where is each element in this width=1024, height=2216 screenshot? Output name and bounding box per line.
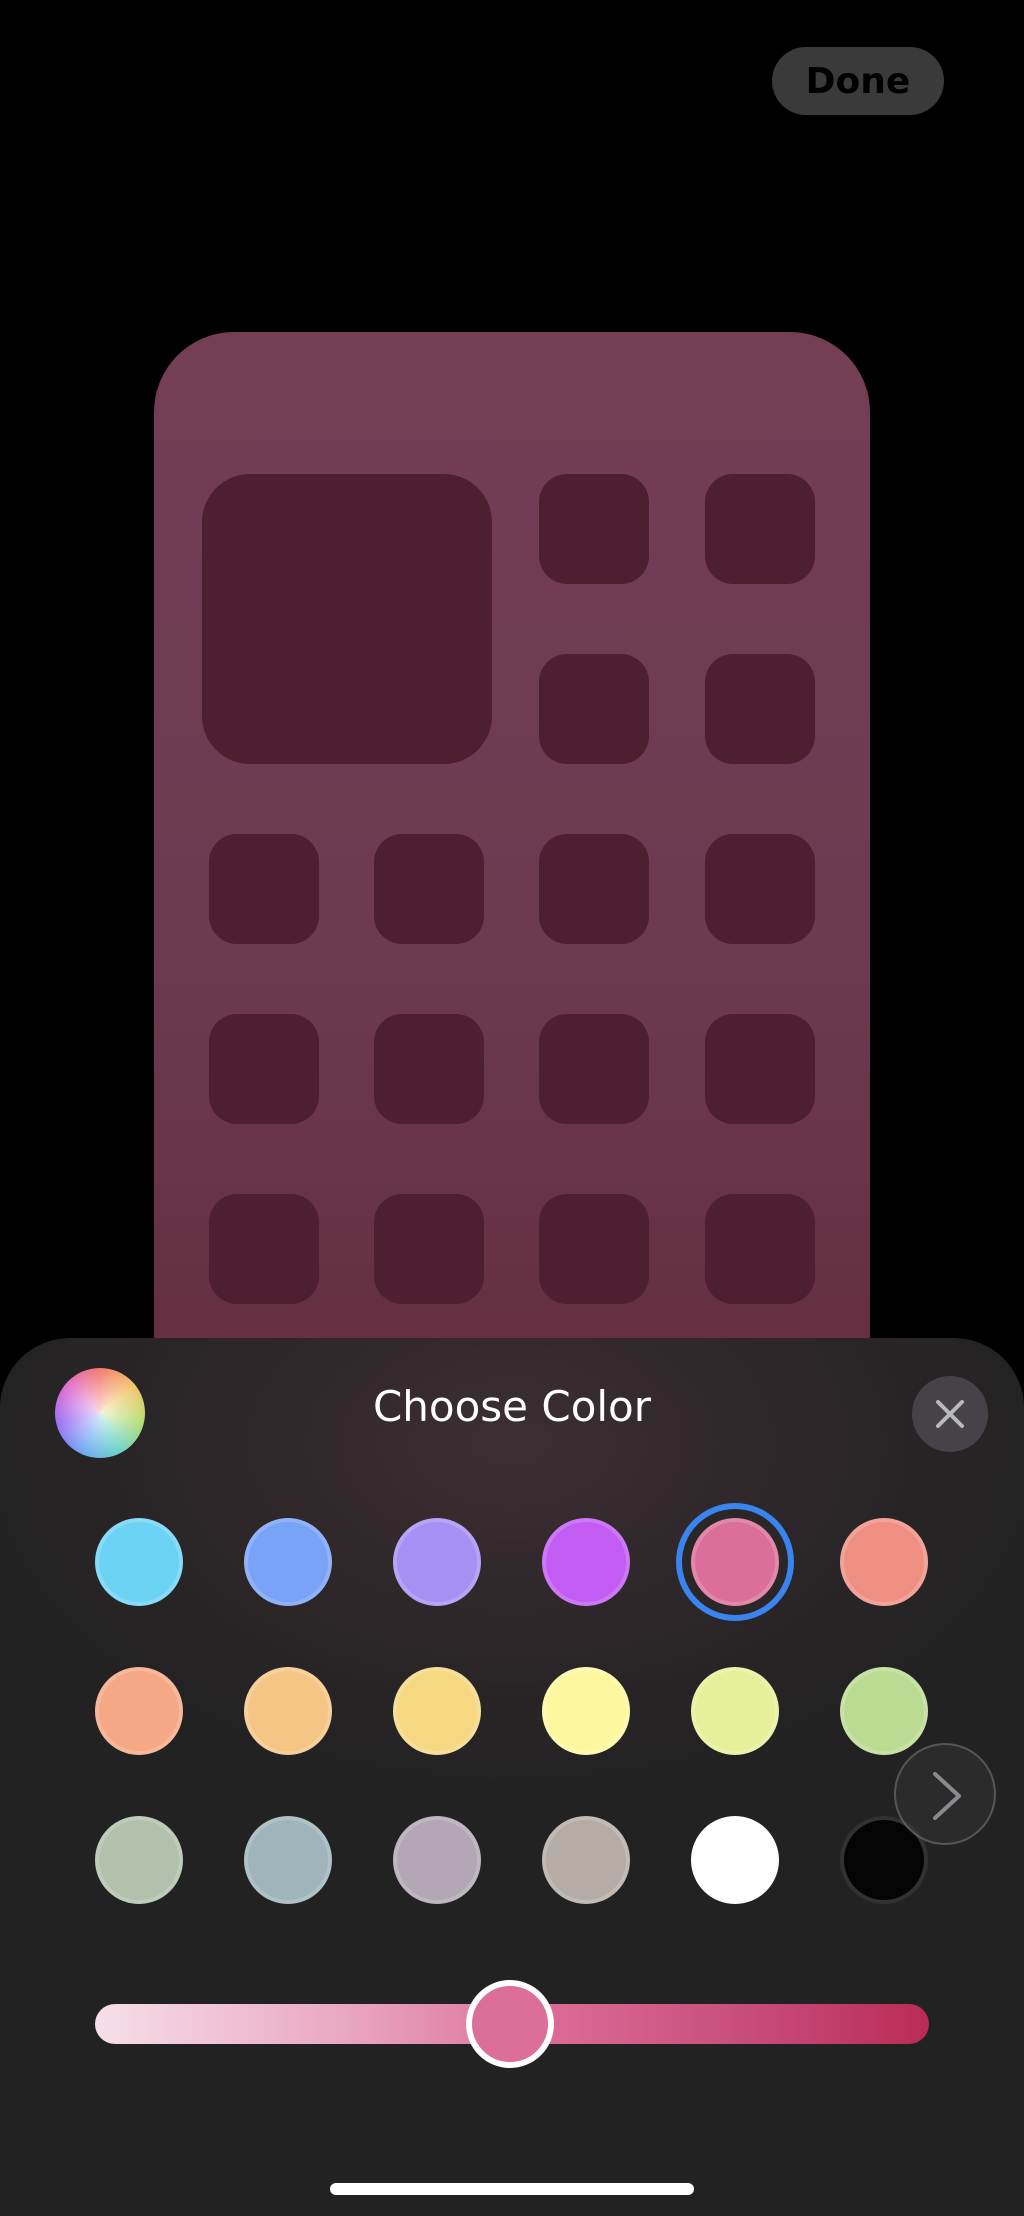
color-swatch[interactable]	[95, 1667, 183, 1755]
app-icon-placeholder	[705, 654, 815, 764]
slider-thumb[interactable]	[466, 1980, 554, 2068]
color-swatch[interactable]	[244, 1518, 332, 1606]
color-swatch-selected[interactable]	[691, 1518, 779, 1606]
app-icon-placeholder	[705, 474, 815, 584]
close-icon	[936, 1400, 964, 1428]
color-swatch[interactable]	[840, 1518, 928, 1606]
choose-color-sheet	[0, 1338, 1024, 2216]
color-swatch[interactable]	[393, 1816, 481, 1904]
home-indicator	[330, 2183, 694, 2195]
app-icon-placeholder	[539, 654, 649, 764]
color-swatch[interactable]	[840, 1667, 928, 1755]
color-swatch[interactable]	[393, 1518, 481, 1606]
app-icon-placeholder	[209, 1014, 319, 1124]
app-icon-placeholder	[539, 834, 649, 944]
chevron-right-icon	[933, 1772, 961, 1820]
app-icon-placeholder	[539, 1014, 649, 1124]
color-swatch[interactable]	[95, 1816, 183, 1904]
home-screen-preview	[154, 332, 870, 1432]
app-icon-placeholder	[209, 834, 319, 944]
app-icon-placeholder	[705, 1194, 815, 1304]
app-icon-placeholder	[539, 474, 649, 584]
app-icon-placeholder	[374, 1194, 484, 1304]
sheet-title: Choose Color	[372, 1382, 652, 1431]
app-icon-placeholder	[705, 1014, 815, 1124]
color-swatch[interactable]	[393, 1667, 481, 1755]
app-icon-placeholder	[374, 1014, 484, 1124]
widget-placeholder	[202, 474, 492, 764]
app-icon-placeholder	[705, 834, 815, 944]
next-page-button[interactable]	[894, 1743, 996, 1845]
color-swatch[interactable]	[244, 1667, 332, 1755]
app-icon-placeholder	[374, 834, 484, 944]
color-swatch[interactable]	[244, 1816, 332, 1904]
done-button[interactable]: Done	[772, 47, 944, 115]
app-icon-placeholder	[539, 1194, 649, 1304]
color-swatch[interactable]	[691, 1816, 779, 1904]
color-swatch[interactable]	[542, 1667, 630, 1755]
color-swatch[interactable]	[95, 1518, 183, 1606]
color-swatch[interactable]	[542, 1816, 630, 1904]
app-icon-placeholder	[209, 1194, 319, 1304]
color-swatch[interactable]	[542, 1518, 630, 1606]
close-button[interactable]	[912, 1376, 988, 1452]
color-swatch[interactable]	[691, 1667, 779, 1755]
